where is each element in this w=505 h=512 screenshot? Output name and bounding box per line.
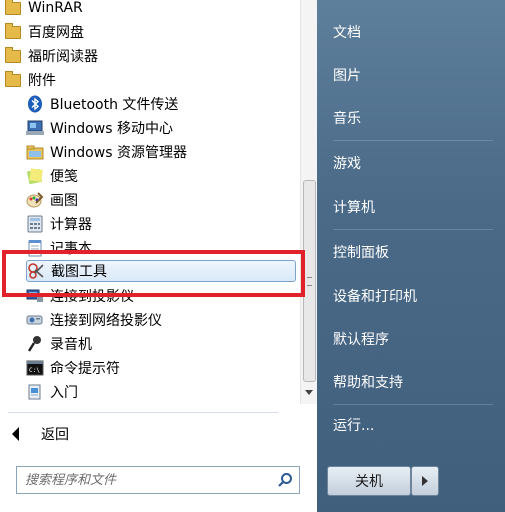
folder-icon [4, 0, 22, 17]
right-item-games[interactable]: 游戏 [333, 153, 361, 173]
search-box[interactable] [16, 466, 300, 494]
right-item-devices-printers[interactable]: 设备和打印机 [333, 286, 417, 306]
network-projector-icon [26, 311, 44, 329]
paint-icon [26, 191, 44, 209]
search-input[interactable] [17, 467, 271, 493]
divider [333, 404, 493, 405]
shutdown-button[interactable]: 关机 [327, 466, 411, 496]
mobility-center-icon [26, 119, 44, 137]
calculator-icon [26, 215, 44, 233]
folder-label: 百度网盘 [28, 25, 84, 41]
program-label: 画图 [50, 193, 78, 209]
right-item-control-panel[interactable]: 控制面板 [333, 242, 389, 262]
program-getting-started[interactable]: 入门 [26, 381, 296, 403]
command-prompt-icon: C:\ [26, 359, 44, 377]
folder-icon [4, 22, 22, 41]
svg-text:C:\: C:\ [29, 367, 40, 374]
program-label: 计算器 [50, 217, 92, 233]
back-arrow-icon [12, 427, 19, 441]
chevron-right-icon [422, 476, 428, 486]
right-item-music[interactable]: 音乐 [333, 108, 361, 128]
program-label: 便笺 [50, 169, 78, 185]
getting-started-icon [26, 383, 44, 401]
divider [333, 229, 493, 230]
shutdown-label: 关机 [355, 474, 383, 490]
program-label: 连接到网络投影仪 [50, 313, 162, 329]
sound-recorder-icon [26, 335, 44, 353]
folder-winrar[interactable]: WinRAR [4, 0, 296, 19]
program-bluetooth-transfer[interactable]: Bluetooth 文件传送 [26, 93, 296, 115]
scroll-down-arrow-icon[interactable] [305, 390, 313, 395]
bluetooth-icon [26, 95, 44, 113]
folder-baidu-netdisk[interactable]: 百度网盘 [4, 21, 296, 43]
program-label: 命令提示符 [50, 361, 120, 377]
right-item-help-support[interactable]: 帮助和支持 [333, 372, 403, 392]
folder-accessories[interactable]: 附件 [4, 69, 296, 91]
program-calculator[interactable]: 计算器 [26, 213, 296, 235]
program-label: Windows 资源管理器 [50, 145, 187, 161]
folder-icon [4, 46, 22, 65]
programs-scrollbar[interactable] [300, 0, 317, 404]
folder-label: 福昕阅读器 [28, 49, 98, 65]
divider [333, 140, 493, 141]
search-icon[interactable] [271, 472, 299, 488]
back-label: 返回 [41, 427, 69, 443]
explorer-icon [26, 143, 44, 161]
program-windows-mobility-center[interactable]: Windows 移动中心 [26, 117, 296, 139]
program-label: Bluetooth 文件传送 [50, 97, 179, 113]
program-command-prompt[interactable]: C:\ 命令提示符 [26, 357, 296, 379]
program-label: 录音机 [50, 337, 92, 353]
back-button[interactable]: 返回 [12, 423, 69, 445]
highlight-box [2, 250, 305, 297]
folder-label: 附件 [28, 73, 56, 89]
program-paint[interactable]: 画图 [26, 189, 296, 211]
program-sticky-notes[interactable]: 便笺 [26, 165, 296, 187]
right-item-default-programs[interactable]: 默认程序 [333, 329, 389, 349]
divider [8, 412, 278, 413]
right-item-documents[interactable]: 文档 [333, 22, 361, 42]
start-menu-left-pane: WinRAR 百度网盘 福昕阅读器 附件 Bluetooth 文件传送 Wind… [0, 0, 317, 512]
program-label: 入门 [50, 385, 78, 401]
right-item-pictures[interactable]: 图片 [333, 65, 361, 85]
program-label: Windows 移动中心 [50, 121, 173, 137]
shutdown-options-button[interactable] [411, 466, 439, 496]
folder-icon [4, 70, 22, 89]
program-sound-recorder[interactable]: 录音机 [26, 333, 296, 355]
program-connect-network-projector[interactable]: 连接到网络投影仪 [26, 309, 296, 331]
folder-label: WinRAR [28, 0, 83, 16]
program-windows-explorer[interactable]: Windows 资源管理器 [26, 141, 296, 163]
all-programs-list: WinRAR 百度网盘 福昕阅读器 附件 Bluetooth 文件传送 Wind… [0, 0, 300, 404]
sticky-notes-icon [26, 167, 44, 185]
right-item-computer[interactable]: 计算机 [333, 197, 375, 217]
folder-foxit-reader[interactable]: 福昕阅读器 [4, 45, 296, 67]
right-item-run[interactable]: 运行... [333, 415, 374, 435]
